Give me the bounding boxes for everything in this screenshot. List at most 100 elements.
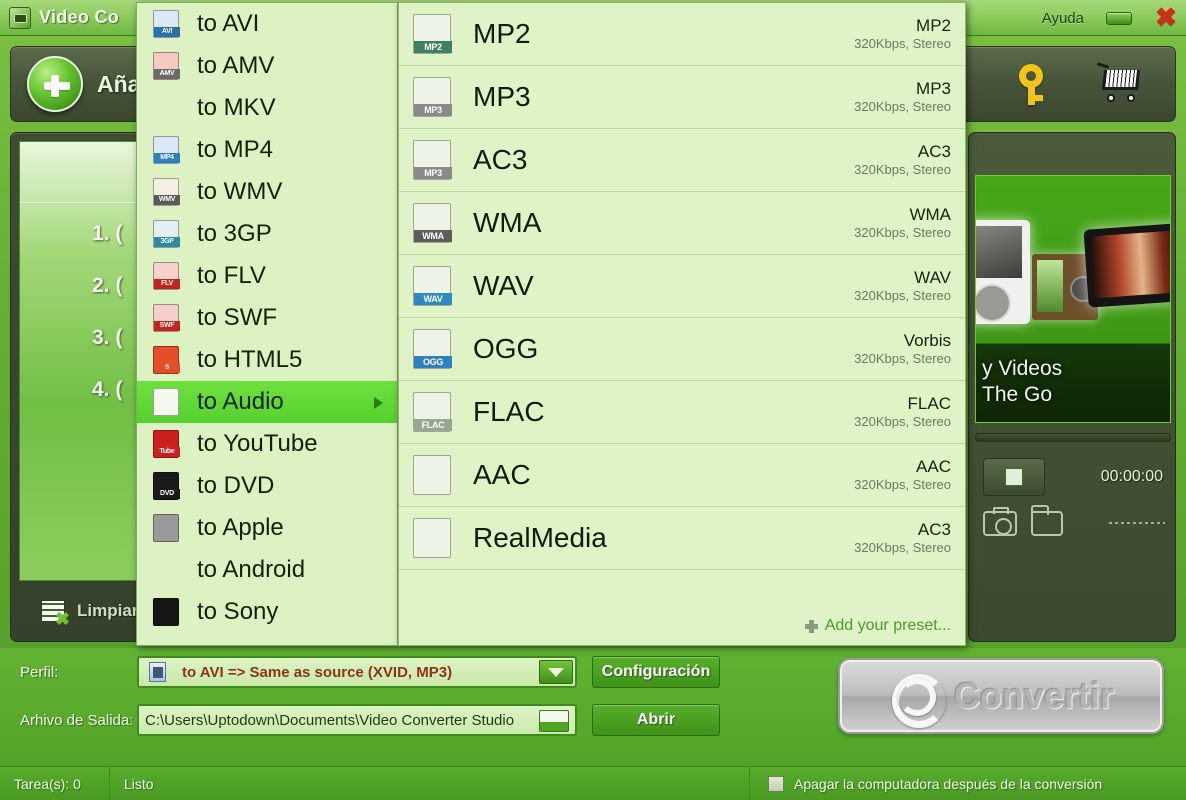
menu-item-label: to 3GP: [197, 220, 272, 247]
convert-label: Convertir: [953, 675, 1115, 716]
menu-item-label: to WMV: [197, 178, 283, 205]
avi-file-icon: AVI: [153, 10, 180, 38]
add-preset-label: Add your preset...: [824, 617, 951, 634]
audio-codec: Vorbis: [903, 331, 951, 350]
add-preset-button[interactable]: Add your preset...: [804, 617, 951, 635]
aac-file-icon: [413, 455, 451, 495]
add-file-button[interactable]: Aña: [27, 56, 140, 112]
menu-item-to-html5[interactable]: 5 to HTML5: [137, 339, 397, 381]
menu-item-to-avi[interactable]: AVI to AVI: [137, 3, 397, 45]
audio-bitrate: 320Kbps, Stereo: [854, 540, 951, 555]
icon-tag: SWF: [154, 321, 180, 331]
clear-icon: [41, 600, 65, 622]
mp3-file-icon: MP3: [413, 140, 452, 180]
browse-folder-icon[interactable]: [539, 710, 569, 732]
minimize-button[interactable]: [1106, 11, 1132, 25]
audio-bitrate: 320Kbps, Stereo: [854, 414, 951, 429]
shutdown-checkbox[interactable]: [768, 775, 784, 792]
shutdown-option[interactable]: Apagar la computadora después de la conv…: [750, 767, 1186, 800]
audio-format-name: WAV: [473, 270, 534, 301]
audio-bitrate: 320Kbps, Stereo: [854, 99, 951, 114]
folder-icon[interactable]: [1031, 504, 1063, 536]
clear-list-button[interactable]: Limpiar: [41, 600, 138, 622]
icon-tag: OGG: [414, 356, 452, 368]
icon-tag: WMA: [414, 230, 452, 242]
output-path-input[interactable]: C:\Users\Uptodown\Documents\Video Conver…: [137, 704, 577, 736]
profile-dropdown[interactable]: to AVI => Same as source (XVID, MP3): [137, 656, 577, 688]
menu-item-to-sony[interactable]: to Sony: [137, 591, 397, 633]
menu-item-to-mkv[interactable]: to MKV: [137, 87, 397, 129]
html5-icon: 5: [153, 346, 180, 374]
audio-bitrate: 320Kbps, Stereo: [854, 288, 951, 303]
audio-format-realmedia[interactable]: RealMedia AC3 320Kbps, Stereo: [399, 507, 965, 570]
preview-seekbar[interactable]: [975, 433, 1171, 442]
icon-tag: DVD: [154, 489, 180, 499]
audio-format-wma[interactable]: WMA WMA WMA 320Kbps, Stereo: [399, 192, 965, 255]
menu-item-label: to SWF: [197, 304, 278, 331]
audio-format-mp2[interactable]: MP2 MP2 MP2 320Kbps, Stereo: [399, 3, 965, 66]
cart-icon[interactable]: [1096, 62, 1149, 106]
menu-item-label: to Apple: [197, 514, 284, 541]
preview-caption-line1: y Videos: [982, 357, 1063, 380]
preview-screen[interactable]: y Videos The Go: [975, 175, 1171, 423]
audio-format-flac[interactable]: FLAC FLAC FLAC 320Kbps, Stereo: [399, 381, 965, 444]
menu-item-to-swf[interactable]: SWF to SWF: [137, 297, 397, 339]
audio-format-meta: MP2 320Kbps, Stereo: [854, 16, 951, 52]
youtube-icon: Tube: [153, 430, 180, 458]
audio-submenu[interactable]: MP2 MP2 MP2 320Kbps, Stereo MP3 MP3 MP3 320Kbps…: [398, 2, 966, 646]
icon-tag: WAV: [414, 293, 452, 305]
menu-item-to-flv[interactable]: FLV to FLV: [137, 255, 397, 297]
icon-tag: FLAC: [414, 419, 452, 431]
menu-item-to-mp4[interactable]: MP4 to MP4: [137, 129, 397, 171]
audio-bitrate: 320Kbps, Stereo: [854, 162, 951, 177]
icon-tag: AMV: [154, 69, 180, 79]
toolbar-right-actions: [1013, 62, 1149, 106]
mkv-braces-icon: [153, 94, 179, 122]
apple-icon: [153, 514, 179, 542]
menu-item-to-3gp[interactable]: 3GP to 3GP: [137, 213, 397, 255]
audio-format-aac[interactable]: AAC AAC 320Kbps, Stereo: [399, 444, 965, 507]
audio-format-name: AAC: [473, 459, 531, 490]
profile-label: Perfil:: [20, 663, 59, 681]
clear-list-label: Limpiar: [77, 601, 139, 620]
audio-note-icon: [153, 388, 179, 416]
menu-item-to-wmv[interactable]: WMV to WMV: [137, 171, 397, 213]
audio-format-meta: Vorbis 320Kbps, Stereo: [854, 331, 951, 367]
audio-format-ogg[interactable]: OGG OGG Vorbis 320Kbps, Stereo: [399, 318, 965, 381]
menu-help[interactable]: Ayuda: [1042, 10, 1084, 27]
menu-item-to-audio[interactable]: to Audio: [137, 381, 397, 423]
audio-codec: WMA: [909, 205, 951, 224]
wma-file-icon: WMA: [413, 203, 452, 243]
menu-item-to-dvd[interactable]: DVD to DVD: [137, 465, 397, 507]
audio-format-wav[interactable]: WAV WAV WAV 320Kbps, Stereo: [399, 255, 965, 318]
icon-tag: MP3: [414, 104, 452, 116]
audio-codec: AC3: [917, 142, 951, 161]
swf-file-icon: SWF: [153, 304, 180, 332]
icon-tag: 5: [154, 363, 180, 373]
open-button[interactable]: Abrir: [592, 704, 720, 736]
camera-icon[interactable]: [983, 506, 1017, 536]
audio-format-name: MP2: [473, 18, 531, 49]
audio-format-mp3[interactable]: MP3 MP3 MP3 320Kbps, Stereo: [399, 66, 965, 129]
menu-item-to-youtube[interactable]: Tube to YouTube: [137, 423, 397, 465]
menu-item-to-amv[interactable]: AMV to AMV: [137, 45, 397, 87]
real-file-icon: [413, 518, 451, 558]
audio-format-name: WMA: [473, 207, 542, 238]
stop-button[interactable]: [983, 458, 1045, 496]
icon-tag: AVI: [154, 27, 180, 37]
stop-icon: [1005, 468, 1023, 486]
audio-format-ac3[interactable]: MP3 AC3 AC3 320Kbps, Stereo: [399, 129, 965, 192]
menu-item-to-android[interactable]: to Android: [137, 549, 397, 591]
convert-button[interactable]: Convertir: [838, 658, 1164, 734]
status-ready: Listo: [110, 766, 750, 800]
preview-divider: [1109, 522, 1165, 524]
audio-format-meta: AAC 320Kbps, Stereo: [854, 457, 951, 493]
3gp-file-icon: 3GP: [153, 220, 180, 248]
settings-button[interactable]: Configuración: [592, 656, 720, 688]
menu-item-to-apple[interactable]: to Apple: [137, 507, 397, 549]
format-menu[interactable]: AVI to AVI AMV to AMV to MKV MP4 to MP4 WMV to W…: [136, 2, 398, 646]
close-button[interactable]: ✖: [1154, 4, 1178, 30]
menu-item-label: to Sony: [197, 598, 279, 625]
key-icon[interactable]: [1013, 62, 1057, 106]
chevron-down-icon[interactable]: [539, 660, 573, 684]
